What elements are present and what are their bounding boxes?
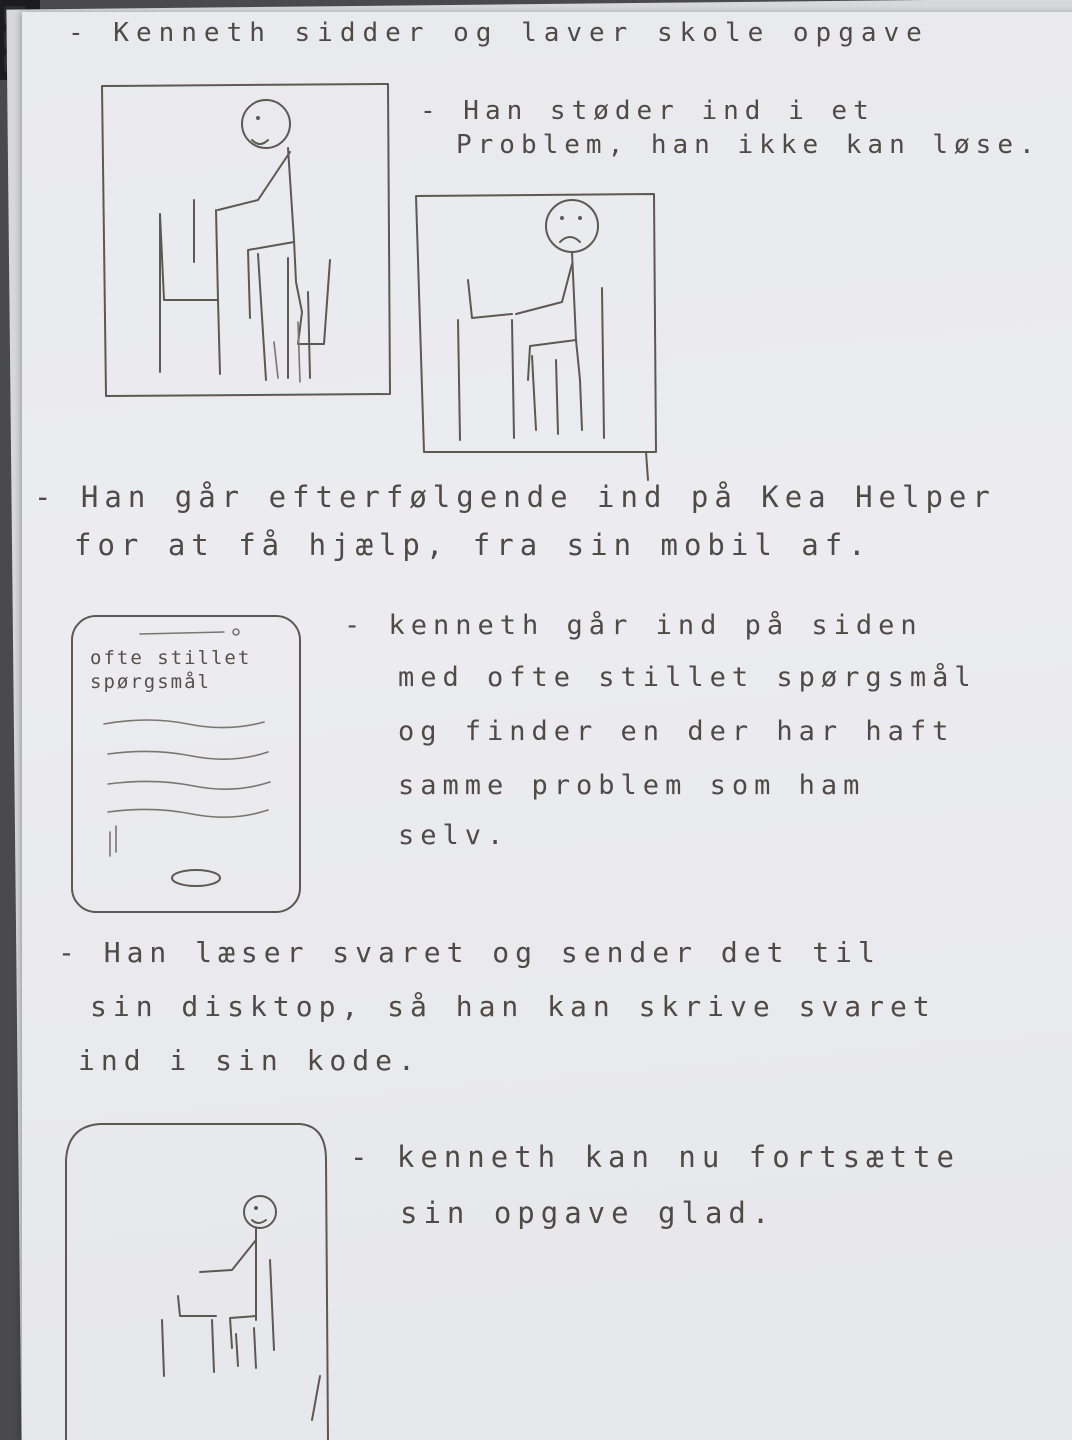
step4-line1: - kenneth går ind på siden (344, 610, 923, 641)
step4-line3: og finder en der har haft (398, 716, 955, 747)
step1-text: - Kenneth sidder og laver skole opgave (68, 18, 929, 48)
sketch-happy-student-final (60, 1120, 336, 1440)
step2-line2: Problem, han ikke kan løse. (456, 130, 1041, 160)
step4-line5: selv. (398, 820, 510, 851)
sketch-happy-student-drawing (101, 83, 391, 397)
photo-scene: - Kenneth sidder og laver skole opgave -… (0, 0, 1072, 1440)
step5-line2: sin disktop, så han kan skrive svaret (90, 990, 936, 1023)
step5-line1: - Han læser svaret og sender det til (58, 936, 881, 969)
phone-title-line2: spørgsmål (90, 671, 211, 693)
sketch-sad-student-drawing (415, 193, 657, 481)
step3-line1: - Han går efterfølgende ind på Kea Helpe… (34, 480, 996, 514)
sketch-happy-student (98, 82, 394, 398)
step6-line1: - kenneth kan nu fortsætte (350, 1140, 960, 1174)
sketch-sad-student (412, 190, 662, 481)
step4-line4: samme problem som ham (398, 770, 866, 801)
step5-line3: ind i sin kode. (78, 1044, 421, 1077)
step4-line2: med ofte stillet spørgsmål (398, 662, 977, 693)
phone-title-line1: ofte stillet (90, 647, 252, 669)
step3-line2: for at få hjælp, fra sin mobil af. (74, 528, 872, 562)
sketch-happy-student-final-drawing (65, 1123, 329, 1440)
step2-line1: - Han støder ind i et (420, 96, 875, 126)
step6-line2: sin opgave glad. (400, 1196, 776, 1230)
